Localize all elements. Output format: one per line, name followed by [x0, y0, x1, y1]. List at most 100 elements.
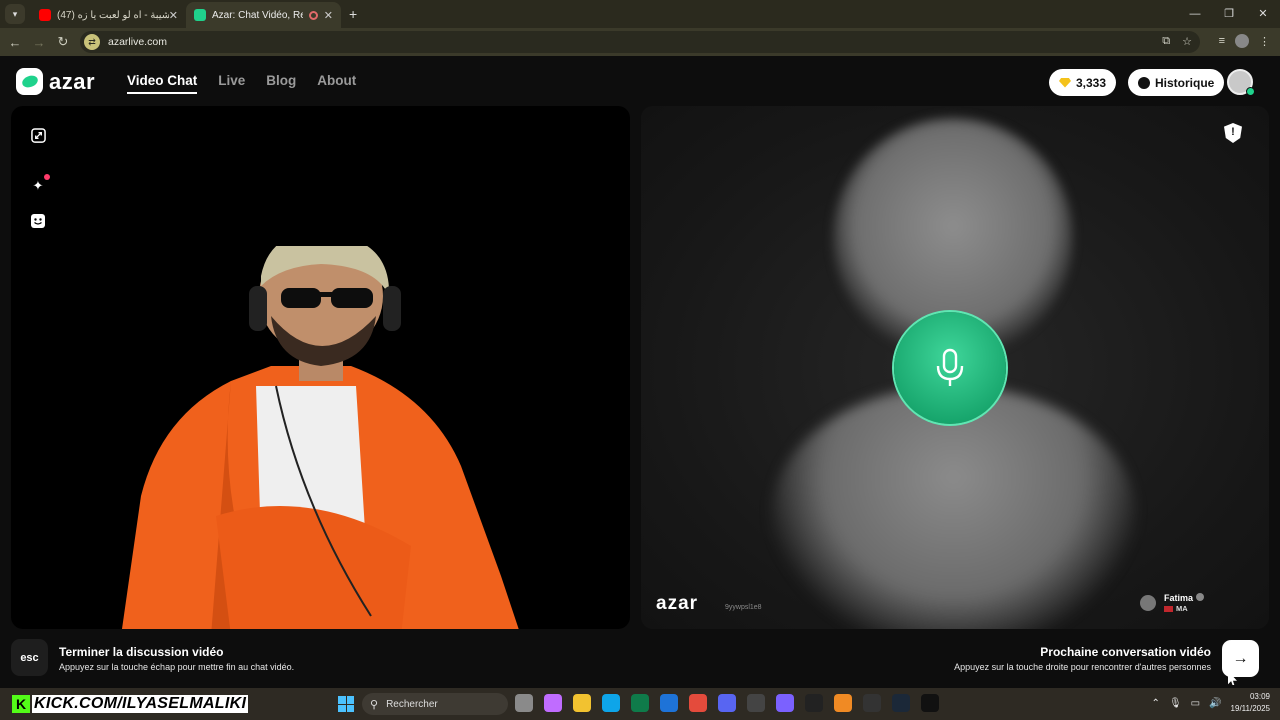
taskbar-app-icon[interactable]	[544, 694, 562, 712]
back-icon[interactable]: ←	[3, 35, 27, 50]
history-button[interactable]: Historique	[1128, 69, 1225, 96]
peer-country: MA	[1176, 604, 1188, 613]
azar-page: azar Video Chat Live Blog About 3,333 Hi…	[0, 56, 1280, 688]
taskbar-app-icon[interactable]	[689, 694, 707, 712]
taskbar-app-icon[interactable]	[718, 694, 736, 712]
next-chat-button[interactable]: →	[1222, 640, 1259, 677]
window-controls: — ❐ ✕	[1178, 0, 1280, 28]
esc-key-button[interactable]: esc	[11, 639, 48, 676]
nav-video-chat[interactable]: Video Chat	[127, 73, 198, 94]
clock-time: 03:09	[1249, 692, 1270, 701]
gems-count: 3,333	[1076, 75, 1107, 90]
taskbar-app-icon[interactable]	[776, 694, 794, 712]
kick-logo-icon: K	[12, 695, 30, 713]
url-text: azarlive.com	[108, 36, 167, 48]
tray-expand-icon[interactable]: ⌃	[1152, 698, 1160, 709]
tab-azar[interactable]: Azar: Chat Vidéo, Rencontre ✕	[186, 2, 341, 28]
tab-title: (47) احمد شيبة - اه لو لعبت يا زه	[57, 9, 169, 21]
close-window-icon[interactable]: ✕	[1246, 0, 1280, 28]
taskbar-apps	[515, 694, 939, 712]
windows-start-icon[interactable]	[338, 696, 354, 712]
azar-watermark: azar	[656, 593, 699, 614]
windows-taskbar: K KICK.COM/ILYASELMALIKI ⚲ Rechercher ⌃ …	[0, 688, 1280, 720]
nav-blog[interactable]: Blog	[266, 73, 296, 94]
online-status-icon	[1246, 87, 1255, 96]
tab-search-button[interactable]: ▾	[5, 4, 25, 24]
taskbar-app-icon[interactable]	[892, 694, 910, 712]
azar-logo-icon	[16, 68, 43, 95]
kick-overlay-text: KICK.COM/ILYASELMALIKI	[32, 695, 249, 713]
notification-dot	[44, 174, 50, 180]
minimize-icon[interactable]: —	[1178, 0, 1212, 28]
profile-icon[interactable]	[1235, 34, 1249, 48]
gem-icon	[1059, 77, 1071, 88]
taskbar-app-icon[interactable]	[515, 694, 533, 712]
tray-volume-icon[interactable]: 🔊	[1209, 698, 1221, 709]
azar-logo[interactable]: azar	[16, 68, 95, 95]
install-app-icon[interactable]: ⧉	[1162, 35, 1170, 48]
restore-icon[interactable]: ❐	[1212, 0, 1246, 28]
taskbar-app-icon[interactable]	[834, 694, 852, 712]
reading-list-icon[interactable]: ≡	[1219, 35, 1225, 47]
kick-overlay: K KICK.COM/ILYASELMALIKI	[12, 693, 249, 715]
recording-icon	[308, 10, 318, 20]
bookmark-star-icon[interactable]: ☆	[1182, 35, 1192, 48]
screen: ▾ (47) احمد شيبة - اه لو لعبت يا زه ✕ Az…	[0, 0, 1280, 720]
clock-date: 19/11/2025	[1230, 704, 1270, 713]
tab-youtube[interactable]: (47) احمد شيبة - اه لو لعبت يا زه ✕	[31, 2, 186, 28]
next-chat-title: Prochaine conversation vidéo	[1040, 645, 1211, 659]
omnibox[interactable]: ⇄ azarlive.com ⧉ ☆	[80, 31, 1200, 53]
remote-video: ! azar 9yywpsl1e8 Fatima MA •••	[641, 106, 1269, 629]
taskbar-app-icon[interactable]	[631, 694, 649, 712]
end-chat-title: Terminer la discussion vidéo	[59, 645, 224, 659]
next-chat-subtitle: Appuyez sur la touche droite pour rencon…	[954, 662, 1211, 672]
peer-avatar-icon	[1140, 595, 1156, 611]
nav-about[interactable]: About	[317, 73, 356, 94]
azar-favicon-icon	[194, 9, 206, 21]
peer-name: Fatima	[1164, 593, 1194, 603]
face-filter-icon[interactable]	[29, 212, 47, 230]
new-tab-button[interactable]: +	[349, 6, 357, 22]
close-tab-icon[interactable]: ✕	[324, 9, 333, 22]
browser-actions: ≡ ⋮	[1219, 34, 1270, 48]
nav-live[interactable]: Live	[218, 73, 245, 94]
browser-tab-bar: ▾ (47) احمد شيبة - اه لو لعبت يا زه ✕ Az…	[0, 0, 1280, 28]
omnibox-actions: ⧉ ☆	[1162, 35, 1192, 48]
taskbar-app-icon[interactable]	[573, 694, 591, 712]
report-shield-icon[interactable]: !	[1224, 123, 1242, 143]
taskbar-app-icon[interactable]	[805, 694, 823, 712]
taskbar-app-icon[interactable]	[602, 694, 620, 712]
system-tray: ⌃ 🎙 ▭ 🔊 03:09 19/11/2025	[1152, 691, 1270, 715]
taskbar-app-icon[interactable]	[660, 694, 678, 712]
browser-menu-icon[interactable]: ⋮	[1259, 35, 1270, 48]
effects-sparkle-icon[interactable]: ✦	[29, 174, 50, 195]
site-info-icon[interactable]: ⇄	[84, 34, 100, 50]
taskbar-app-icon[interactable]	[863, 694, 881, 712]
gems-balance-button[interactable]: 3,333	[1049, 69, 1117, 96]
taskbar-app-icon[interactable]	[921, 694, 939, 712]
microphone-icon	[936, 348, 964, 386]
reload-icon[interactable]: ↻	[51, 34, 75, 50]
peer-badge-icon	[1196, 593, 1205, 601]
site-header: azar Video Chat Live Blog About 3,333 Hi…	[0, 56, 1280, 106]
taskbar-search[interactable]: ⚲ Rechercher	[362, 693, 508, 715]
local-video: ✦	[11, 106, 630, 629]
peer-info[interactable]: Fatima MA	[1140, 593, 1205, 613]
user-camera-feed	[122, 246, 519, 629]
search-placeholder: Rechercher	[386, 698, 438, 710]
logo-text: azar	[49, 68, 96, 94]
microphone-button[interactable]	[894, 312, 1006, 424]
history-label: Historique	[1155, 75, 1215, 90]
main-nav: Video Chat Live Blog About	[127, 73, 356, 94]
user-avatar[interactable]	[1227, 69, 1255, 96]
taskbar-app-icon[interactable]	[747, 694, 765, 712]
tray-mic-icon[interactable]: 🎙	[1169, 698, 1182, 709]
taskbar-clock[interactable]: 03:09 19/11/2025	[1231, 691, 1270, 715]
address-toolbar: ← → ↻ ⇄ azarlive.com ⧉ ☆ ≡ ⋮	[0, 28, 1280, 56]
tray-network-icon[interactable]: ▭	[1191, 698, 1200, 709]
tab-title: Azar: Chat Vidéo, Rencontre	[212, 9, 303, 21]
expand-icon[interactable]	[29, 126, 47, 144]
close-tab-icon[interactable]: ✕	[169, 9, 178, 22]
forward-icon[interactable]: →	[27, 35, 51, 50]
watermark-id: 9yywpsl1e8	[725, 604, 762, 611]
